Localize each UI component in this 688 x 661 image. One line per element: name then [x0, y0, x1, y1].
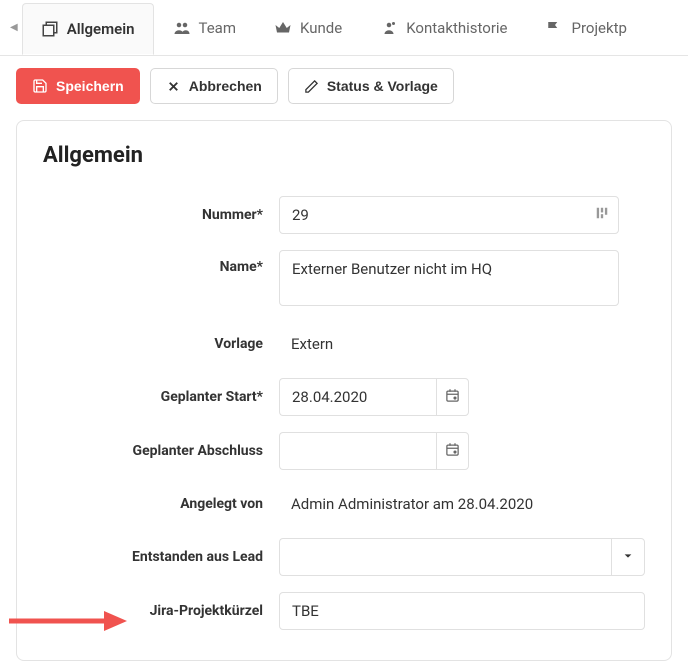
save-button[interactable]: Speichern: [16, 68, 140, 104]
label-planned-start: Geplanter Start*: [43, 389, 279, 405]
contact-icon: [380, 19, 398, 37]
planned-start-input[interactable]: [279, 378, 436, 416]
tab-scroll-left[interactable]: ◀: [6, 22, 22, 33]
tab-label: Kontakthistorie: [406, 19, 507, 37]
from-lead-dropdown-button[interactable]: [611, 538, 645, 576]
tab-contact-history[interactable]: Kontakthistorie: [361, 2, 526, 54]
status-template-button[interactable]: Status & Vorlage: [288, 68, 454, 104]
flag-icon: [546, 19, 564, 37]
label-created-by: Angelegt von: [43, 496, 279, 512]
crown-icon: [274, 19, 292, 37]
template-value: Extern: [279, 326, 645, 362]
stack-icon: [41, 20, 59, 38]
label-jira-key: Jira-Projektkürzel: [43, 603, 279, 619]
label-from-lead: Entstanden aus Lead: [43, 549, 279, 565]
cancel-button[interactable]: Abbrechen: [150, 68, 278, 104]
action-bar: Speichern Abbrechen Status & Vorlage: [0, 56, 688, 116]
calendar-icon: [445, 442, 460, 461]
calendar-icon: [445, 388, 460, 407]
section-title: Allgemein: [43, 143, 645, 168]
planned-end-datepicker-button[interactable]: [436, 432, 469, 470]
label-name: Name*: [43, 250, 279, 275]
label-number: Nummer*: [43, 207, 279, 223]
tab-label: Kunde: [300, 19, 342, 37]
planned-start-datepicker-button[interactable]: [436, 378, 469, 416]
jira-key-input[interactable]: [279, 592, 645, 630]
button-label: Status & Vorlage: [327, 78, 438, 94]
pencil-icon: [304, 79, 319, 94]
tab-label: Team: [199, 19, 237, 37]
button-label: Abbrechen: [189, 78, 262, 94]
auto-number-icon[interactable]: [595, 206, 609, 224]
save-icon: [32, 78, 48, 94]
from-lead-select[interactable]: [279, 538, 611, 576]
chevron-down-icon: [623, 549, 633, 565]
tab-label: Projektp: [572, 19, 627, 37]
button-label: Speichern: [56, 78, 124, 94]
tab-label: Allgemein: [67, 20, 135, 38]
label-template: Vorlage: [43, 336, 279, 352]
created-by-value: Admin Administrator am 28.04.2020: [279, 486, 645, 522]
tab-bar: ◀ Allgemein Team Kunde Kontakthistorie P…: [0, 0, 688, 56]
tab-general[interactable]: Allgemein: [22, 3, 154, 55]
general-card: Allgemein Nummer* Name* Vorlage Extern G…: [16, 120, 672, 661]
close-icon: [166, 79, 181, 94]
tab-team[interactable]: Team: [154, 2, 256, 54]
name-input[interactable]: [279, 250, 619, 306]
tab-project[interactable]: Projektp: [527, 2, 646, 54]
tab-customer[interactable]: Kunde: [255, 2, 361, 54]
label-planned-end: Geplanter Abschluss: [43, 443, 279, 459]
team-icon: [173, 19, 191, 37]
number-input[interactable]: [279, 196, 619, 234]
planned-end-input[interactable]: [279, 432, 436, 470]
